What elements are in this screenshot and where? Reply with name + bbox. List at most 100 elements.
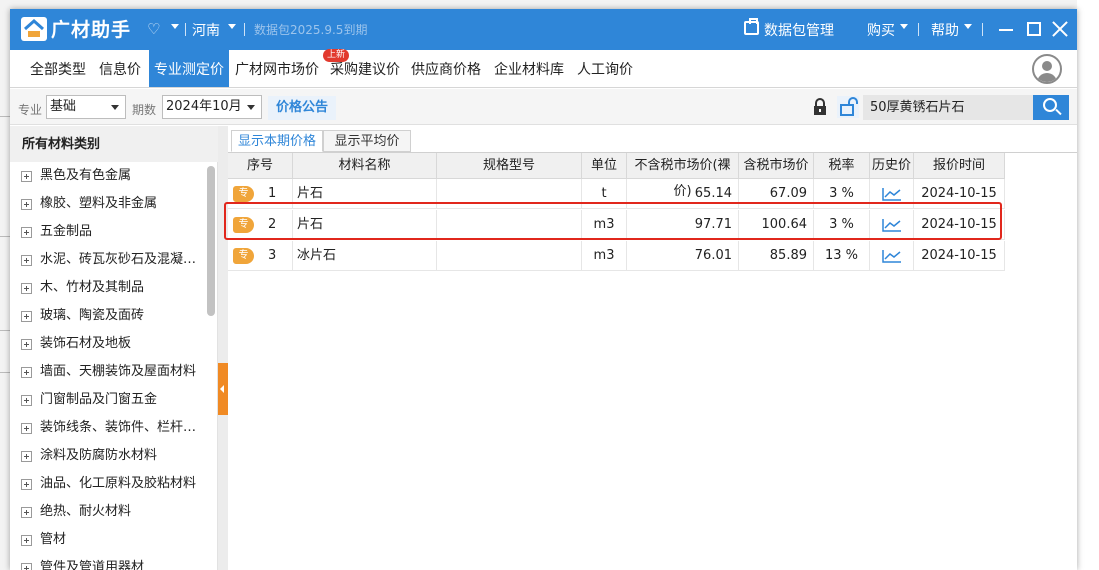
sidebar-item[interactable]: 管件及管道用器材 xyxy=(10,554,206,570)
expand-icon[interactable] xyxy=(21,283,32,294)
minimize-button[interactable] xyxy=(996,19,1016,39)
sidebar-item[interactable]: 木、竹材及其制品 xyxy=(10,274,206,302)
column-header[interactable]: 材料名称 xyxy=(293,153,437,179)
column-header[interactable]: 报价时间 xyxy=(914,153,1005,179)
row-number: 3 xyxy=(268,248,277,263)
expand-icon[interactable] xyxy=(21,311,32,322)
title-bar: 广材助手 ♡ 河南 数据包2025.9.5到期 数据包管理 购买 帮助 xyxy=(10,9,1077,50)
column-header[interactable]: 规格型号 xyxy=(437,153,582,179)
sidebar-item[interactable]: 油品、化工原料及胶粘材料 xyxy=(10,470,206,498)
diamond-icon[interactable]: ♡ xyxy=(147,20,160,38)
sidebar-header: 所有材料类别 xyxy=(10,126,218,162)
avatar-head xyxy=(1042,61,1052,71)
period-select[interactable]: 2024年10月 xyxy=(162,95,262,119)
column-header[interactable]: 历史价 xyxy=(870,153,914,179)
tab-average-price[interactable]: 显示平均价 xyxy=(323,130,411,152)
maximize-button[interactable] xyxy=(1024,19,1044,39)
price-ex-tax-cell: 97.71 xyxy=(627,210,739,240)
sidebar-item[interactable]: 墙面、天棚装饰及屋面材料 xyxy=(10,358,206,386)
history-price-cell[interactable] xyxy=(870,210,914,240)
table-row[interactable]: 专 2 片石 m3 97.71 100.64 3 % 2024-10-15 xyxy=(228,210,1005,240)
table-header: 序号 材料名称 规格型号 单位 不含税市场价(裸价) 含税市场价 税率 历史价 … xyxy=(228,153,1005,199)
maximize-icon xyxy=(1027,22,1041,36)
expand-icon[interactable] xyxy=(21,367,32,378)
tab-professional-price[interactable]: 专业测定价 xyxy=(149,50,229,87)
table-row[interactable]: 专 3 冰片石 m3 76.01 85.89 13 % 2024-10-15 xyxy=(228,241,1005,271)
major-select-value: 基础 xyxy=(50,99,77,114)
expand-icon[interactable] xyxy=(21,479,32,490)
collapse-sidebar-button[interactable] xyxy=(218,363,228,415)
help-menu[interactable]: 帮助 xyxy=(931,20,959,40)
expand-icon[interactable] xyxy=(21,451,32,462)
column-header[interactable]: 序号 xyxy=(228,153,293,179)
user-avatar[interactable] xyxy=(1032,54,1062,84)
tab-manual-inquiry[interactable]: 人工询价 xyxy=(573,50,637,87)
search-input[interactable]: 50厚黄锈石片石 xyxy=(863,95,1033,120)
sidebar-item[interactable]: 玻璃、陶瓷及面砖 xyxy=(10,302,206,330)
sidebar-item[interactable]: 涂料及防腐防水材料 xyxy=(10,442,206,470)
sidebar-item[interactable]: 装饰石材及地板 xyxy=(10,330,206,358)
tab-supplier-price[interactable]: 供应商价格 xyxy=(407,50,485,87)
column-header[interactable]: 不含税市场价(裸价) xyxy=(627,153,739,199)
trend-chart-icon[interactable] xyxy=(882,249,902,263)
lock-icon[interactable] xyxy=(810,97,830,117)
buy-menu[interactable]: 购买 xyxy=(867,20,895,40)
app-logo-icon xyxy=(21,17,47,41)
history-price-cell[interactable] xyxy=(870,241,914,271)
tab-current-price[interactable]: 显示本期价格 xyxy=(231,130,323,152)
trend-chart-icon[interactable] xyxy=(882,187,902,201)
tab-market-price[interactable]: 广材网市场价 xyxy=(231,50,323,87)
tab-enterprise-library[interactable]: 企业材料库 xyxy=(490,50,568,87)
expand-icon[interactable] xyxy=(21,423,32,434)
filter-bar: 专业 基础 期数 2024年10月 价格公告 50厚黄锈石片石 xyxy=(10,89,1077,125)
expand-icon[interactable] xyxy=(21,395,32,406)
chevron-down-icon[interactable] xyxy=(228,24,236,29)
expand-icon[interactable] xyxy=(21,507,32,518)
sidebar-scrollbar[interactable] xyxy=(207,166,215,316)
sidebar-item[interactable]: 门窗制品及门窗五金 xyxy=(10,386,206,414)
column-header[interactable]: 税率 xyxy=(814,153,870,179)
chevron-down-icon[interactable] xyxy=(171,24,179,29)
sidebar-item[interactable]: 橡胶、塑料及非金属 xyxy=(10,190,206,218)
search-button[interactable] xyxy=(1033,95,1069,120)
splitter[interactable] xyxy=(218,126,228,570)
table-row[interactable]: 专 1 片石 t 65.14 67.09 3 % 2024-10-15 xyxy=(228,179,1005,209)
material-name-cell: 冰片石 xyxy=(293,241,437,271)
unlock-icon[interactable] xyxy=(837,96,859,118)
separator xyxy=(918,23,919,36)
professional-tag: 专 xyxy=(233,217,254,233)
tab-info-price[interactable]: 信息价 xyxy=(94,50,146,87)
expand-icon[interactable] xyxy=(21,255,32,266)
expand-icon[interactable] xyxy=(21,199,32,210)
column-header[interactable]: 含税市场价 xyxy=(739,153,814,179)
expand-icon[interactable] xyxy=(21,535,32,546)
package-icon[interactable] xyxy=(744,18,759,35)
package-manage-button[interactable]: 数据包管理 xyxy=(764,20,834,40)
major-select[interactable]: 基础 xyxy=(46,95,126,119)
sidebar-item[interactable]: 水泥、砖瓦灰砂石及混凝… xyxy=(10,246,206,274)
close-button[interactable] xyxy=(1050,19,1070,39)
chevron-down-icon[interactable] xyxy=(900,24,908,29)
sidebar-item[interactable]: 绝热、耐火材料 xyxy=(10,498,206,526)
tab-all-types[interactable]: 全部类型 xyxy=(18,50,98,87)
unit-cell: m3 xyxy=(582,210,627,240)
region-selector[interactable]: 河南 xyxy=(192,20,220,40)
quote-date-cell: 2024-10-15 xyxy=(914,179,1005,209)
expand-icon[interactable] xyxy=(21,563,32,570)
sidebar-item[interactable]: 管材 xyxy=(10,526,206,554)
history-price-cell[interactable] xyxy=(870,179,914,209)
price-notice-button[interactable]: 价格公告 xyxy=(268,96,336,120)
expand-icon[interactable] xyxy=(21,339,32,350)
trend-chart-icon[interactable] xyxy=(882,218,902,232)
column-header[interactable]: 单位 xyxy=(582,153,627,179)
expand-icon[interactable] xyxy=(21,227,32,238)
package-expiry-text: 数据包2025.9.5到期 xyxy=(254,23,368,37)
search-icon-handle xyxy=(1055,108,1062,116)
expand-icon[interactable] xyxy=(21,171,32,182)
sidebar-item[interactable]: 五金制品 xyxy=(10,218,206,246)
period-select-value: 2024年10月 xyxy=(166,99,242,114)
sidebar-item[interactable]: 装饰线条、装饰件、栏杆… xyxy=(10,414,206,442)
sidebar-item[interactable]: 黑色及有色金属 xyxy=(10,162,206,190)
row-number: 2 xyxy=(268,217,277,232)
chevron-down-icon[interactable] xyxy=(964,24,972,29)
